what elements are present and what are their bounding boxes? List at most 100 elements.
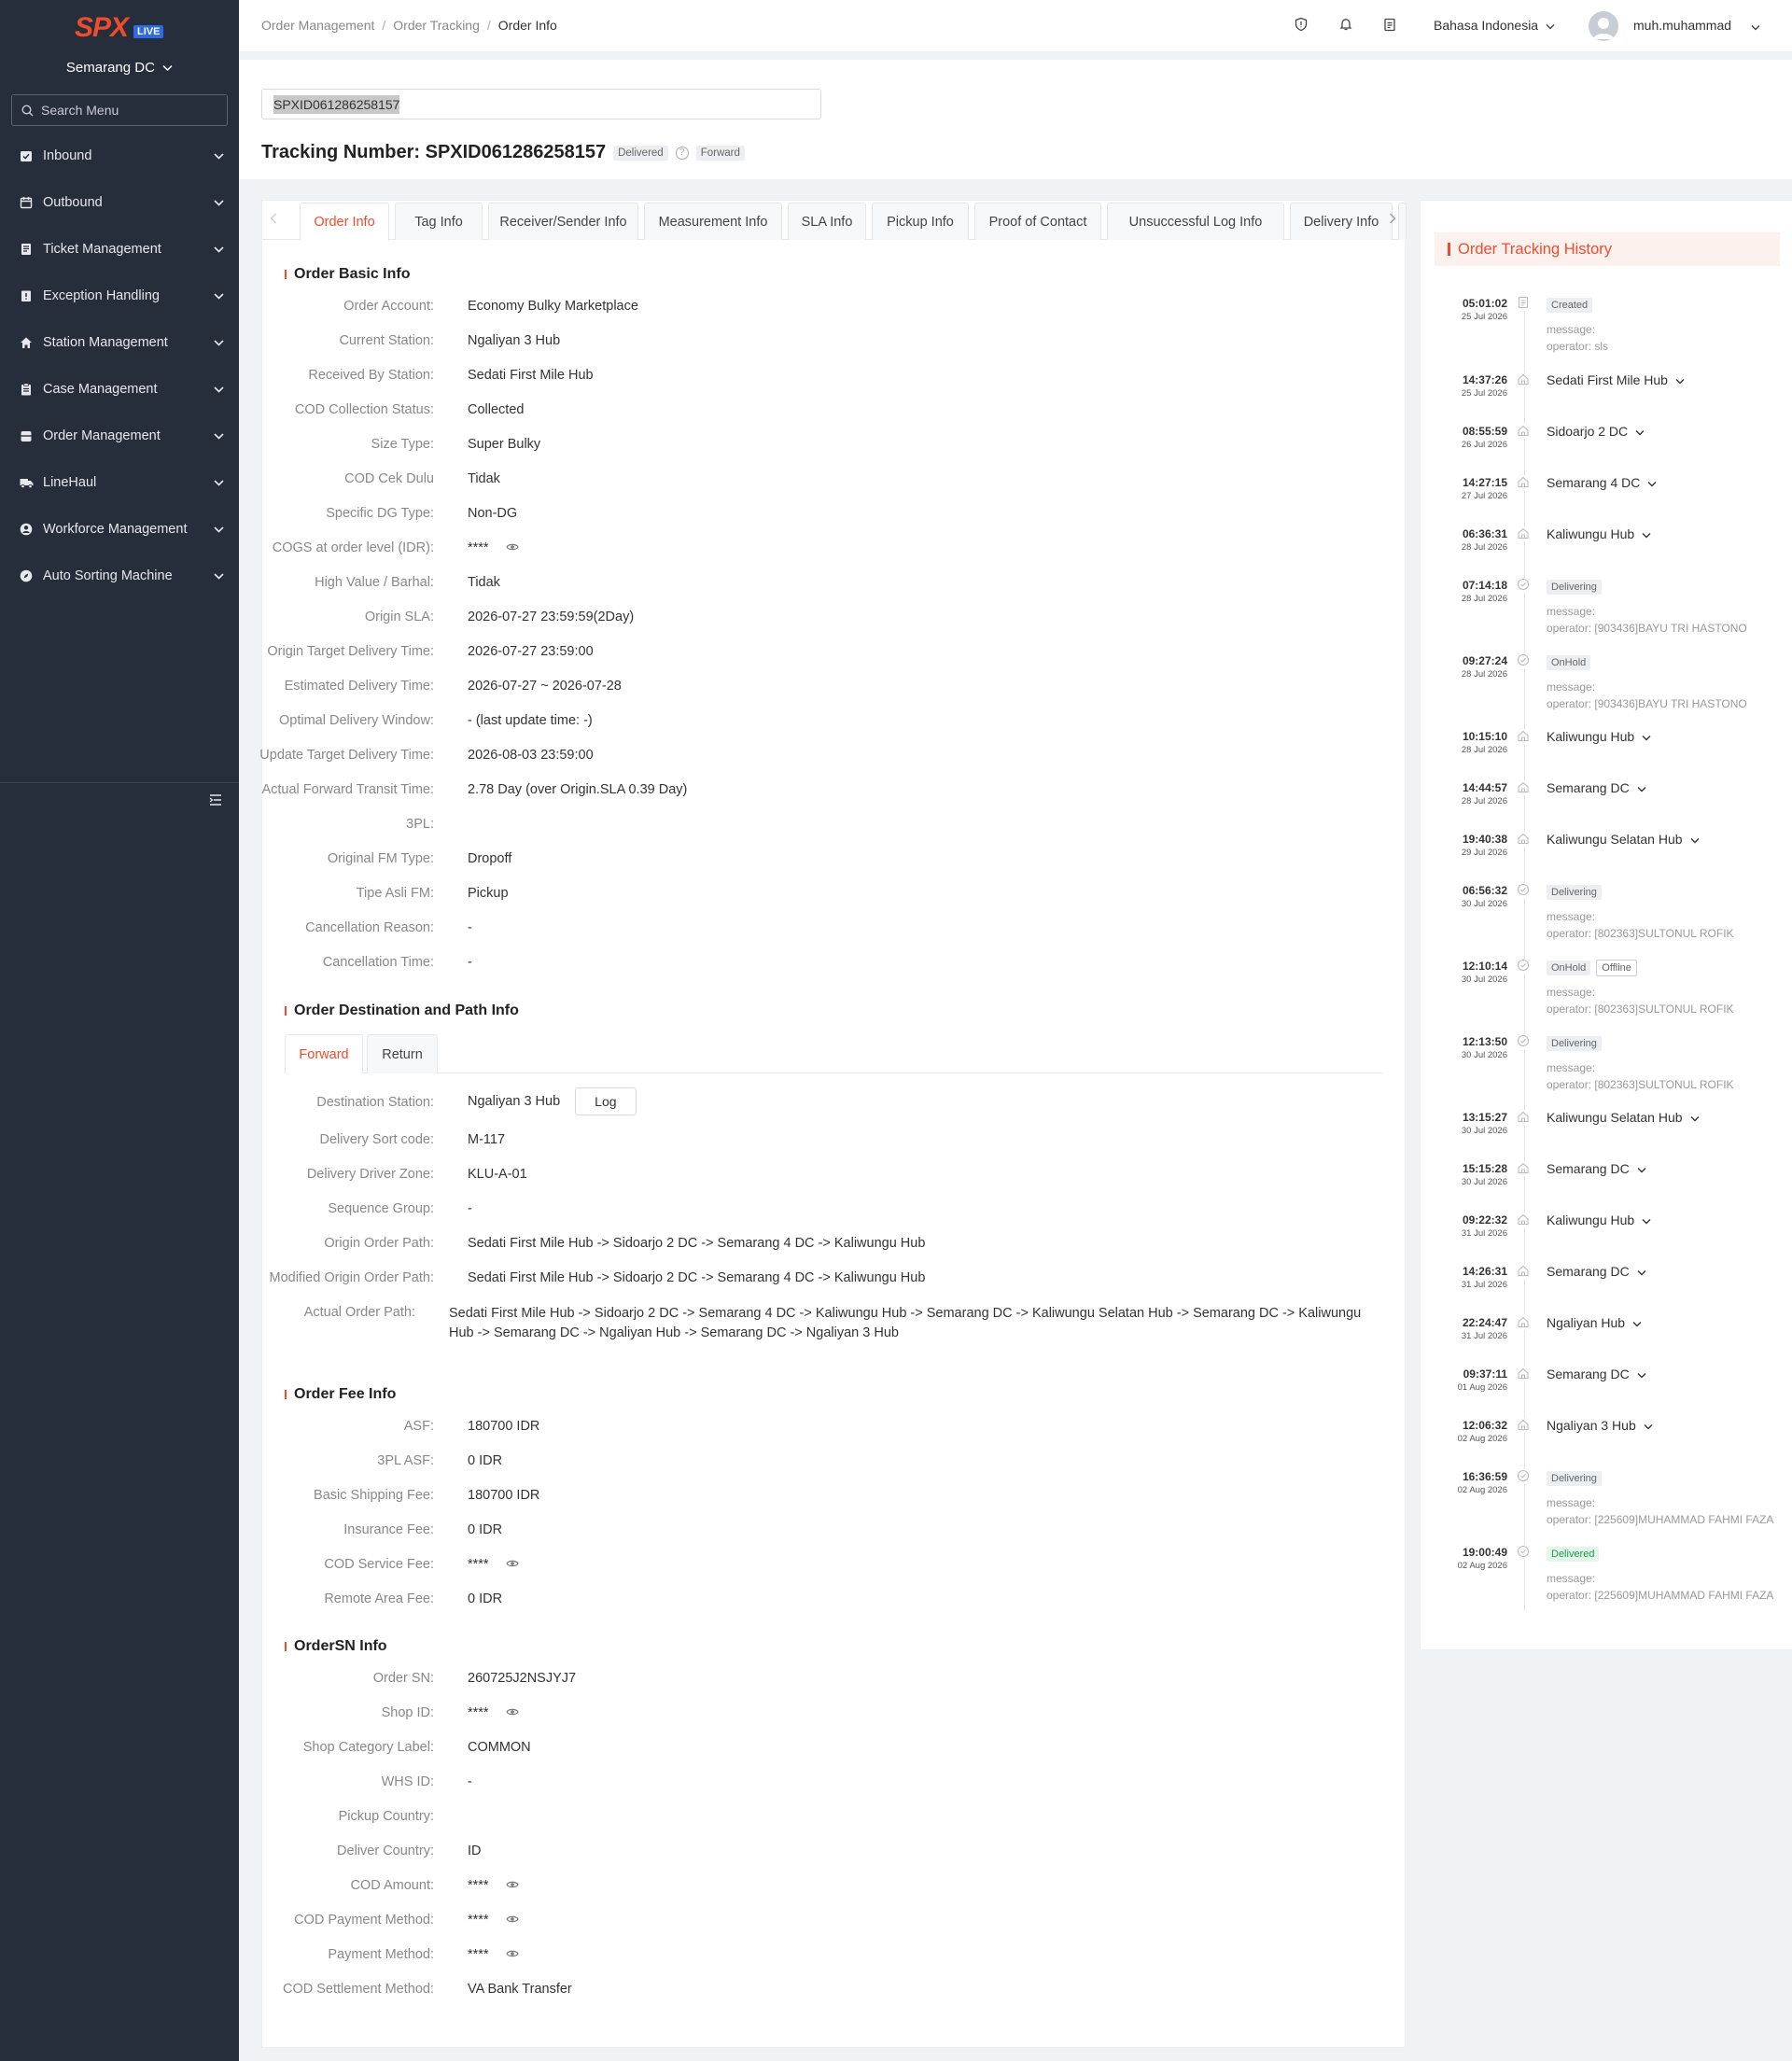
breadcrumb-order-management[interactable]: Order Management (261, 18, 374, 33)
operator-label: operator: [225609]MUHAMMAD FAHMI FAZA (1547, 1589, 1774, 1602)
history-location[interactable]: Kaliwungu Hub (1547, 1213, 1651, 1227)
tracking-search-card: SPXID061286258157 Tracking Number: SPXID… (239, 52, 1792, 179)
history-time: 08:55:59 (1462, 425, 1507, 438)
tab-tag-info[interactable]: Tag Info (395, 203, 483, 240)
tab-measurement-info[interactable]: Measurement Info (644, 203, 782, 240)
eye-icon[interactable] (505, 1557, 519, 1572)
shield-icon[interactable] (1294, 17, 1310, 34)
log-button[interactable]: Log (575, 1087, 637, 1115)
username[interactable]: muh.muhammad (1633, 18, 1731, 33)
tab-sla-info[interactable]: SLA Info (788, 203, 866, 240)
history-location[interactable]: Sedati First Mile Hub (1547, 372, 1685, 387)
language-switcher[interactable]: Bahasa Indonesia (1434, 18, 1555, 33)
sidebar-item-inbound[interactable]: Inbound (0, 133, 239, 179)
history-date: 31 Jul 2026 (1461, 1280, 1507, 1290)
history-location[interactable]: Semarang DC (1547, 1161, 1646, 1176)
history-date: 30 Jul 2026 (1461, 1050, 1507, 1060)
history-location[interactable]: Ngaliyan 3 Hub (1547, 1418, 1653, 1433)
sidebar-item-auto-sorting-machine[interactable]: Auto Sorting Machine (0, 553, 239, 599)
field-label: Size Type: (371, 437, 434, 452)
sidebar-item-linehaul[interactable]: LineHaul (0, 459, 239, 506)
clipboard-icon[interactable] (1382, 17, 1399, 34)
operator-label: operator: [903436]BAYU TRI HASTONO (1547, 697, 1747, 710)
field-value-text: 2026-07-27 23:59:00 (468, 644, 594, 659)
sidebar-item-case-management[interactable]: Case Management (0, 366, 239, 413)
bell-icon[interactable] (1338, 17, 1355, 34)
field-value-text: Economy Bulky Marketplace (468, 299, 638, 314)
eye-icon[interactable] (505, 1913, 519, 1928)
history-location[interactable]: Kaliwungu Selatan Hub (1547, 832, 1700, 847)
field-value: Economy Bulky Marketplace (468, 299, 638, 314)
sidebar-item-label: Exception Handling (43, 288, 160, 303)
tab-delivery-info[interactable]: Delivery Info (1290, 203, 1393, 240)
sidebar-item-station-management[interactable]: Station Management (0, 319, 239, 366)
tab-proof-of-contact[interactable]: Proof of Contact (974, 203, 1101, 240)
field-value: 2026-07-27 23:59:59(2Day) (468, 610, 634, 624)
chevron-down-icon (1690, 832, 1700, 847)
sidebar-item-order-management[interactable]: Order Management (0, 413, 239, 459)
sidebar-item-workforce-management[interactable]: Workforce Management (0, 506, 239, 553)
field-value-text: **** (468, 1913, 489, 1928)
field-label: Actual Order Path: (303, 1305, 415, 1320)
tab-receiver-sender-info[interactable]: Receiver/Sender Info (488, 203, 638, 240)
subtab-return[interactable]: Return (367, 1034, 438, 1073)
eye-icon[interactable] (505, 1947, 519, 1962)
tab-order-info[interactable]: Order Info (300, 203, 389, 241)
history-location[interactable]: Semarang 4 DC (1547, 475, 1657, 490)
history-date: 02 Aug 2026 (1457, 1434, 1507, 1444)
history-location[interactable]: Ngaliyan Hub (1547, 1315, 1642, 1330)
search-menu-input[interactable]: Search Menu (11, 94, 228, 126)
field-value: 0 IDR (468, 1591, 502, 1606)
eye-icon[interactable] (505, 540, 519, 555)
chevron-left-icon[interactable] (270, 212, 283, 225)
history-location[interactable]: Kaliwungu Hub (1547, 526, 1651, 541)
field-label: Remote Area Fee: (324, 1591, 434, 1606)
chevron-down-icon[interactable] (1751, 19, 1760, 35)
sidebar-item-exception-handling[interactable]: Exception Handling (0, 273, 239, 319)
spx-logo[interactable]: SPX LIVE (75, 12, 164, 43)
page-title: Tracking Number: SPXID061286258157 Deliv… (261, 142, 745, 163)
sidebar: SPX LIVE Semarang DC Search Menu Inbound… (0, 0, 239, 2061)
breadcrumb-order-tracking[interactable]: Order Tracking (393, 18, 480, 33)
history-location[interactable]: Kaliwungu Selatan Hub (1547, 1110, 1700, 1125)
chevron-right-icon[interactable] (1389, 212, 1402, 225)
message-label: message: (1547, 910, 1596, 923)
field-value-text: ID (468, 1844, 482, 1858)
station-switcher[interactable]: Semarang DC (0, 60, 239, 76)
eye-icon[interactable] (505, 1878, 519, 1893)
tab-pickup-info[interactable]: Pickup Info (872, 203, 969, 240)
eye-icon[interactable] (505, 1705, 519, 1720)
field-value-text: Dropoff (468, 851, 512, 866)
avatar[interactable] (1589, 11, 1618, 41)
sidebar-item-ticket-management[interactable]: Ticket Management (0, 226, 239, 273)
field-value: VA Bank Transfer (468, 1982, 572, 1997)
field-value-text: 0 IDR (468, 1522, 503, 1537)
history-status-tags: Created (1547, 296, 1598, 313)
history-location[interactable]: Semarang DC (1547, 1264, 1646, 1279)
outbound-icon (19, 195, 34, 210)
tracking-number-input[interactable]: SPXID061286258157 (261, 89, 821, 119)
history-location[interactable]: Semarang DC (1547, 1367, 1646, 1381)
history-status-tags: OnHold (1547, 653, 1596, 670)
sidebar-item-outbound[interactable]: Outbound (0, 179, 239, 226)
field-value-text: - (468, 1774, 472, 1789)
station-name: Semarang DC (65, 60, 155, 76)
subtab-forward[interactable]: Forward (285, 1034, 363, 1073)
history-location[interactable]: Semarang DC (1547, 780, 1646, 795)
field-label: Delivery Driver Zone: (306, 1167, 434, 1182)
history-time: 12:06:32 (1462, 1419, 1507, 1432)
field-label: COD Collection Status: (294, 402, 434, 417)
field-value-text: 180700 IDR (468, 1419, 540, 1434)
tab-unsuccessful-log-info[interactable]: Unsuccessful Log Info (1107, 203, 1284, 240)
inbound-icon (19, 148, 34, 163)
history-location[interactable]: Sidoarjo 2 DC (1547, 424, 1645, 439)
field-value-text: 2026-08-03 23:59:00 (468, 748, 594, 763)
collapse-menu-icon[interactable] (209, 793, 224, 808)
status-tag-delivering: Delivering (1547, 580, 1602, 595)
history-location[interactable]: Kaliwungu Hub (1547, 729, 1651, 744)
field-label: 3PL: (406, 817, 434, 832)
help-icon[interactable]: ? (675, 146, 689, 160)
field-value: **** (468, 1705, 519, 1720)
history-location-text: Ngaliyan 3 Hub (1547, 1418, 1636, 1433)
field-value-text: 2.78 Day (over Origin.SLA 0.39 Day) (468, 782, 688, 797)
